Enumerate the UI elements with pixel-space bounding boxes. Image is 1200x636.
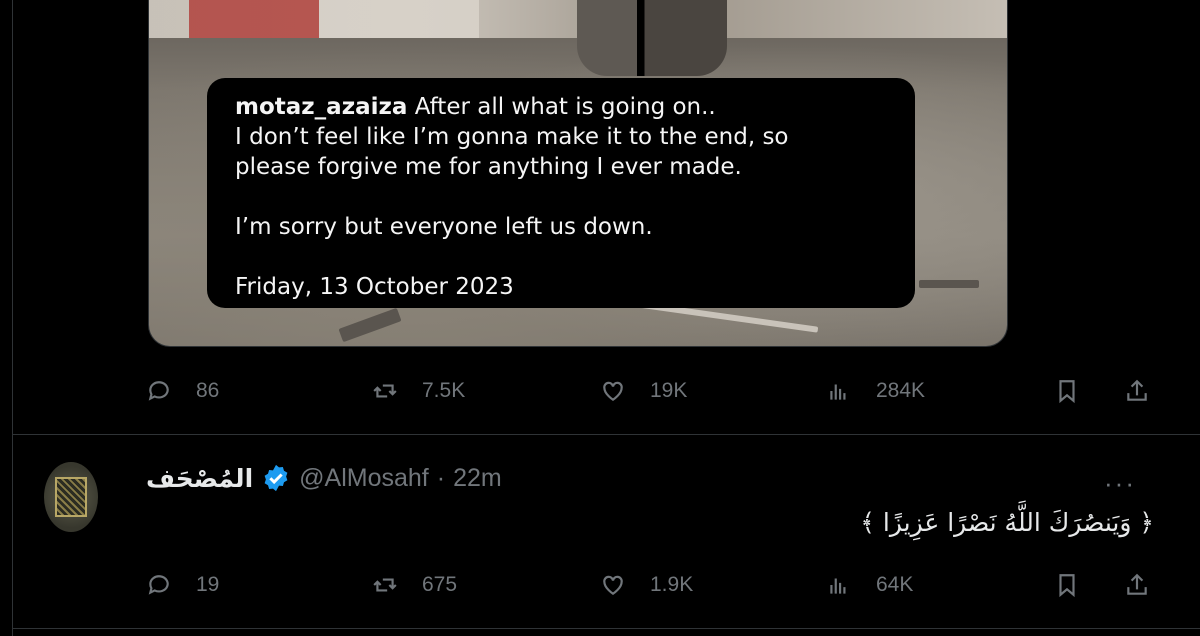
bookmark-icon [1059,574,1075,598]
post-divider [12,434,1200,435]
caption-line: I don’t feel like I’m gonna make it to t… [235,124,789,150]
share-button[interactable] [1124,376,1150,406]
reply-count: 19 [196,573,220,596]
separator-dot: · [436,463,446,492]
post-divider [12,628,1200,629]
repost-button[interactable]: 675 [372,570,457,600]
repost-button[interactable]: 7.5K [372,376,465,406]
user-handle[interactable]: @AlMosahf [299,464,429,493]
views-count: 64K [876,573,914,596]
post-media-image[interactable]: motaz_azaiza After all what is going on.… [148,0,1008,347]
bookmark-icon [1059,380,1075,404]
caption-line: After all what is going on.. [414,94,716,120]
views-button[interactable]: 284K [826,376,925,406]
verified-badge-icon [264,464,288,492]
avatar-quran-pattern [55,477,87,517]
views-icon [830,384,846,400]
like-icon [603,381,623,401]
share-icon [1127,379,1147,401]
repost-icon [373,578,397,592]
caption-username: motaz_azaiza [235,94,408,120]
like-button[interactable]: 19K [600,376,687,406]
post1-action-bar: 86 7.5K 19K 284K [146,376,1156,406]
image-debris [338,307,402,343]
bookmark-button[interactable] [1054,376,1080,406]
image-debris [919,280,979,288]
avatar[interactable] [44,462,98,532]
caption-line: please forgive me for anything I ever ma… [235,154,742,180]
more-icon[interactable]: ··· [1104,468,1136,499]
bookmark-button[interactable] [1054,570,1080,600]
post2-action-bar: 19 675 1.9K 64K [146,570,1156,600]
display-name[interactable]: المُصْحَف [146,464,253,493]
reply-button[interactable]: 86 [146,376,219,406]
like-icon [603,575,623,595]
post-time[interactable]: 22m [453,464,502,493]
repost-count: 7.5K [422,379,466,402]
image-curb-stripes [149,0,479,38]
like-count: 19K [650,379,688,402]
reply-count: 86 [196,379,220,402]
share-icon [1127,573,1147,595]
repost-count: 675 [422,573,458,596]
share-button[interactable] [1124,570,1150,600]
views-button[interactable]: 64K [826,570,913,600]
caption-date: Friday, 13 October 2023 [235,274,514,300]
post2-header: المُصْحَف @AlMosahf · 22m [146,462,502,494]
reply-icon [148,575,169,595]
image-person-legs [577,0,727,76]
like-count: 1.9K [650,573,694,596]
caption-line: I’m sorry but everyone left us down. [235,214,653,240]
image-caption-overlay: motaz_azaiza After all what is going on.… [207,78,915,308]
post-text: ﴿ وَيَنصُرَكَ اللَّهُ نَصْرًا عَزِيزًا ﴾ [860,508,1154,537]
views-count: 284K [876,379,926,402]
views-icon [830,578,846,594]
repost-icon [373,384,397,398]
like-button[interactable]: 1.9K [600,570,693,600]
reply-button[interactable]: 19 [146,570,219,600]
reply-icon [148,381,169,401]
